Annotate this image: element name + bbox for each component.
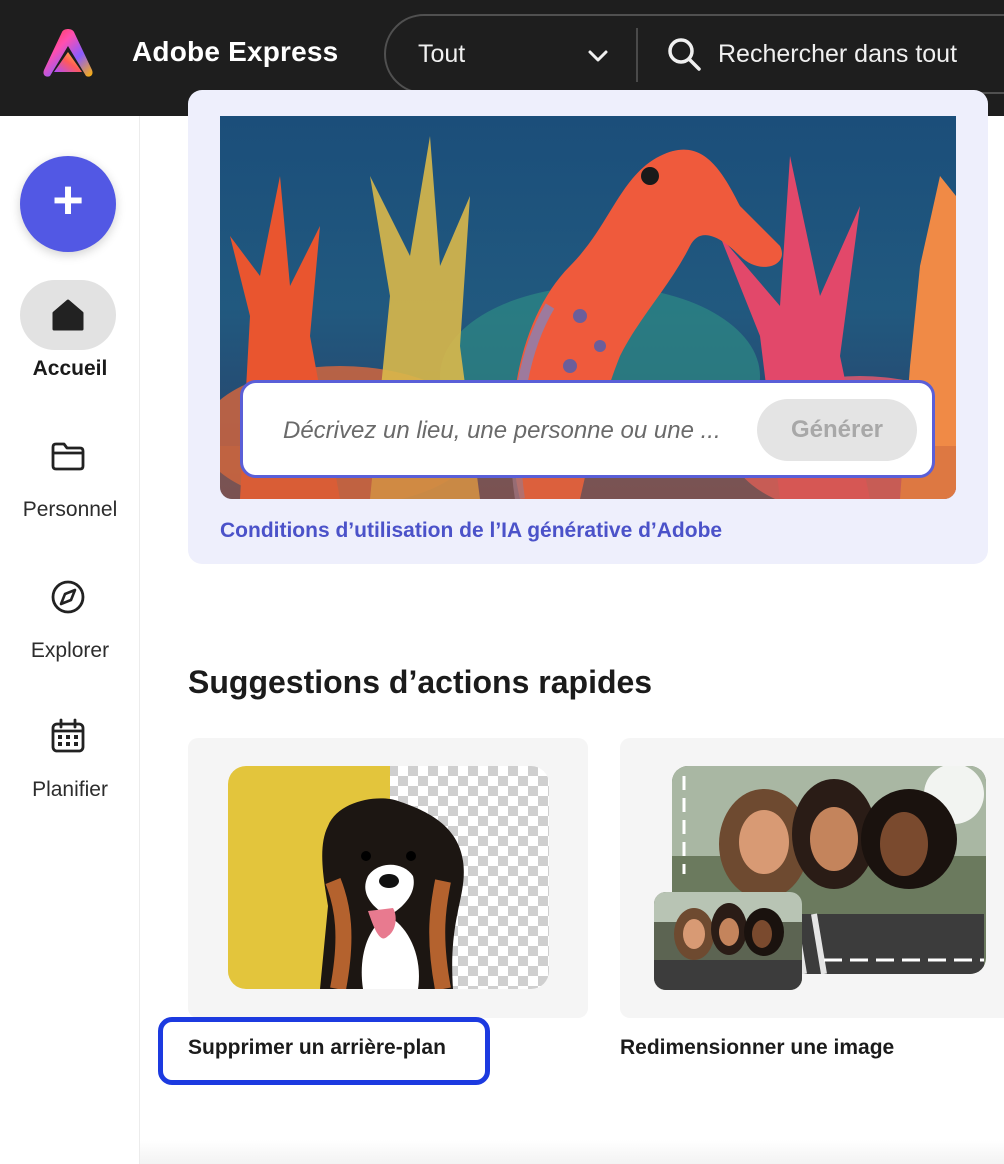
- sidebar: + Accueil Personnel Explorer Planifier: [0, 116, 140, 1164]
- remove-background-label[interactable]: Supprimer un arrière-plan: [188, 1036, 446, 1060]
- prompt-input[interactable]: Décrivez un lieu, une personne ou une ..…: [283, 417, 721, 445]
- remove-background-card[interactable]: [188, 738, 588, 1018]
- compass-icon: [51, 580, 85, 614]
- bottom-divider: [140, 1140, 1004, 1164]
- prompt-input-box[interactable]: Décrivez un lieu, une personne ou une ..…: [240, 380, 935, 478]
- genai-terms-link[interactable]: Conditions d’utilisation de l’IA générat…: [220, 519, 722, 543]
- home-icon: [52, 299, 84, 331]
- plus-icon: +: [52, 170, 84, 230]
- resize-image-label[interactable]: Redimensionner une image: [620, 1036, 894, 1060]
- search-icon: [668, 38, 701, 71]
- chevron-down-icon[interactable]: [586, 44, 610, 68]
- search-divider: [636, 28, 638, 82]
- app-title[interactable]: Adobe Express: [132, 36, 338, 68]
- sidebar-item-label: Personnel: [22, 498, 118, 521]
- folder-icon: [51, 442, 85, 471]
- sidebar-item-label: Planifier: [32, 778, 108, 801]
- sidebar-item-label: Explorer: [30, 639, 110, 662]
- create-button[interactable]: +: [20, 156, 116, 252]
- adobe-express-logo-icon[interactable]: [40, 26, 96, 82]
- resize-image-card[interactable]: [620, 738, 1004, 1018]
- remove-background-thumbnail: [228, 766, 549, 989]
- search-input[interactable]: Rechercher dans tout: [718, 40, 957, 69]
- search-bar: Tout Rechercher dans tout: [384, 14, 1004, 94]
- generate-button[interactable]: Générer: [757, 399, 917, 461]
- search-scope-select[interactable]: Tout: [418, 40, 465, 69]
- calendar-icon: [51, 718, 85, 753]
- quick-actions-title: Suggestions d’actions rapides: [188, 664, 653, 700]
- resize-image-thumbnail: [654, 766, 986, 990]
- sidebar-item-label: Accueil: [32, 357, 108, 380]
